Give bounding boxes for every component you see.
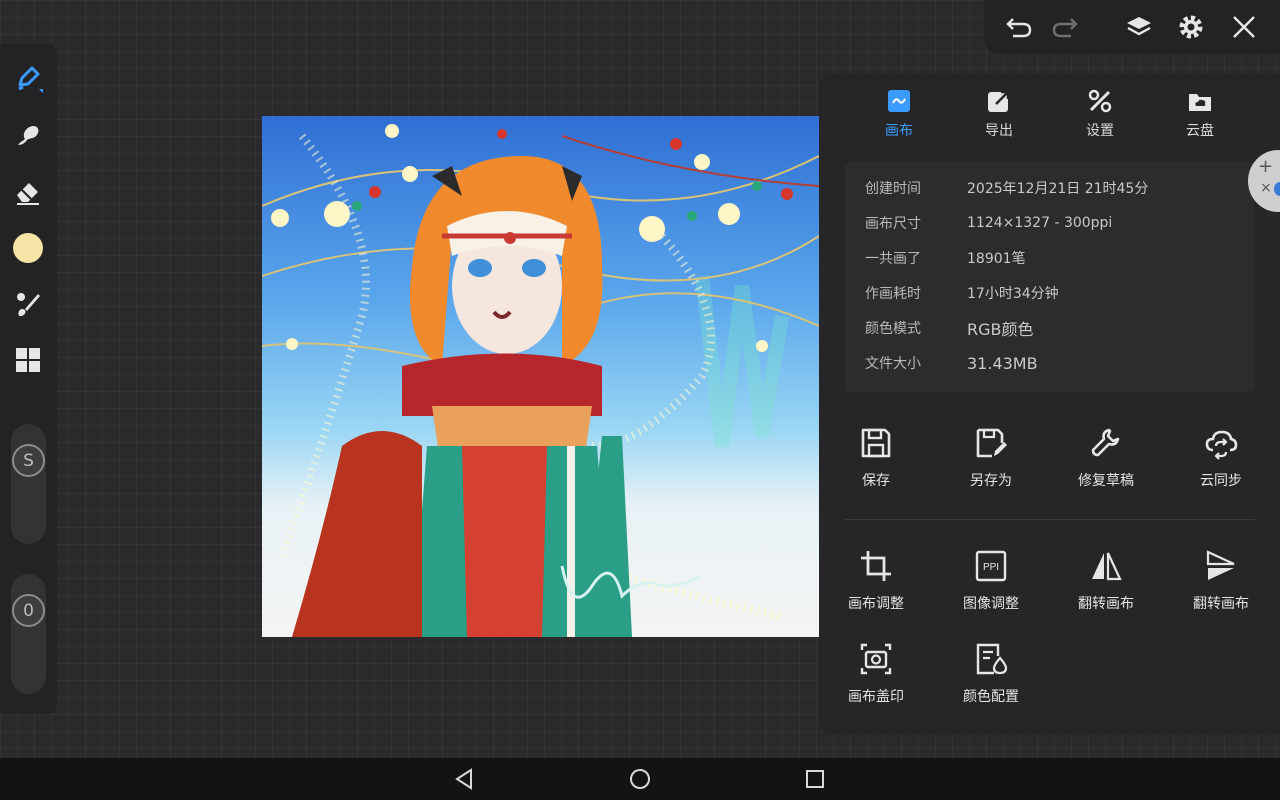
- color-swatch[interactable]: [8, 228, 48, 268]
- action-label: 云同步: [1200, 473, 1242, 489]
- flip-horizontal-icon: [1092, 552, 1122, 581]
- info-label: 创建时间: [865, 181, 921, 197]
- color-profile-button[interactable]: 颜色配置: [941, 642, 1041, 706]
- tab-settings[interactable]: 设置: [1055, 86, 1145, 140]
- tab-label: 画布: [885, 123, 913, 139]
- flip-vertical-icon: [1206, 550, 1235, 580]
- info-value: 1124×1327 - 300ppi: [967, 215, 1113, 231]
- tab-label: 设置: [1086, 123, 1114, 139]
- action-label: 另存为: [970, 473, 1012, 489]
- image-adjust-button[interactable]: PPI 图像调整: [941, 549, 1041, 613]
- info-value: RGB颜色: [967, 320, 1034, 339]
- info-value: 31.43MB: [967, 353, 1038, 373]
- divider: [845, 519, 1255, 520]
- canvas-icon: [888, 90, 910, 112]
- info-row: 一共画了 18901笔: [865, 246, 1026, 270]
- wrench-icon: [1091, 428, 1120, 457]
- opacity-slider[interactable]: 0: [11, 574, 46, 694]
- info-label: 文件大小: [865, 356, 921, 372]
- recents-icon[interactable]: [803, 767, 827, 791]
- close-icon[interactable]: [1227, 10, 1261, 44]
- export-icon: [988, 90, 1010, 112]
- canvas-info-card: 创建时间 2025年12月21日 21时45分 画布尺寸 1124×1327 -…: [845, 162, 1255, 392]
- settings-tools-icon: [1088, 89, 1112, 113]
- action-label: 画布盖印: [848, 689, 904, 705]
- info-label: 作画耗时: [865, 286, 921, 302]
- action-label: 修复草稿: [1078, 473, 1134, 489]
- panel-tabs: 画布 导出 设置 云盘: [819, 86, 1280, 146]
- tab-label: 导出: [985, 123, 1013, 139]
- action-label: 翻转画布: [1078, 596, 1134, 612]
- crop-icon: [861, 551, 891, 581]
- canvas-stamp-button[interactable]: 画布盖印: [826, 642, 926, 706]
- ppi-icon: PPI: [975, 550, 1007, 582]
- plus-icon: +: [1258, 156, 1274, 177]
- size-slider-knob[interactable]: S: [12, 444, 45, 477]
- info-row: 创建时间 2025年12月21日 21时45分: [865, 176, 1148, 200]
- tab-canvas[interactable]: 画布: [854, 86, 944, 140]
- action-label: 画布调整: [848, 596, 904, 612]
- undo-icon[interactable]: [1002, 10, 1036, 44]
- action-label: 颜色配置: [963, 689, 1019, 705]
- save-button[interactable]: 保存: [826, 426, 926, 490]
- flip-horizontal-button[interactable]: 翻转画布: [1056, 549, 1156, 613]
- tab-export[interactable]: 导出: [954, 86, 1044, 140]
- flip-vertical-button[interactable]: 翻转画布: [1171, 549, 1271, 613]
- artwork-canvas[interactable]: [262, 116, 819, 637]
- info-label: 颜色模式: [865, 321, 921, 337]
- info-label: 一共画了: [865, 251, 921, 267]
- svg-text:PPI: PPI: [983, 562, 999, 573]
- canvas-adjust-button[interactable]: 画布调整: [826, 549, 926, 613]
- info-row: 作画耗时 17小时34分钟: [865, 281, 1059, 305]
- canvas-menu-panel: 画布 导出 设置 云盘 创建时间 2025年12月21日 21时45分 画布尺寸…: [819, 74, 1280, 734]
- action-label: 图像调整: [963, 596, 1019, 612]
- cloud-drive-icon: [1189, 94, 1211, 111]
- opacity-slider-knob[interactable]: 0: [12, 594, 45, 627]
- action-label: 翻转画布: [1193, 596, 1249, 612]
- save-icon: [861, 428, 891, 458]
- repair-draft-button[interactable]: 修复草稿: [1056, 426, 1156, 490]
- info-label: 画布尺寸: [865, 216, 921, 232]
- redo-icon[interactable]: [1048, 10, 1082, 44]
- material-grid-icon[interactable]: [8, 340, 48, 380]
- smudge-icon[interactable]: [8, 116, 48, 156]
- close-icon: ×: [1260, 180, 1272, 196]
- back-icon[interactable]: [452, 767, 476, 791]
- artwork-illustration: [262, 124, 819, 637]
- home-icon[interactable]: [628, 767, 652, 791]
- layers-icon[interactable]: [1122, 10, 1156, 44]
- brush-icon[interactable]: [8, 58, 48, 98]
- cloud-sync-icon: [1205, 430, 1238, 460]
- save-as-button[interactable]: 另存为: [941, 426, 1041, 490]
- tab-cloud-drive[interactable]: 云盘: [1155, 86, 1245, 140]
- top-toolbar: [984, 0, 1280, 54]
- camera-stamp-icon: [860, 643, 892, 675]
- brush-size-slider[interactable]: S: [11, 424, 46, 544]
- indicator-dot: [1274, 182, 1280, 196]
- info-value: 17小时34分钟: [967, 286, 1059, 302]
- info-row: 画布尺寸 1124×1327 - 300ppi: [865, 211, 1112, 235]
- gear-icon[interactable]: [1174, 10, 1208, 44]
- brush-settings-icon[interactable]: [8, 284, 48, 324]
- info-row: 文件大小 31.43MB: [865, 351, 1038, 375]
- action-label: 保存: [862, 473, 890, 489]
- color-profile-icon: [976, 643, 1008, 675]
- tool-sidebar: S 0: [0, 44, 57, 714]
- eraser-icon[interactable]: [8, 172, 48, 212]
- system-navigation-bar: [0, 758, 1280, 800]
- info-value: 2025年12月21日 21时45分: [967, 181, 1149, 197]
- info-value: 18901笔: [967, 251, 1026, 267]
- cloud-sync-button[interactable]: 云同步: [1171, 426, 1271, 490]
- info-row: 颜色模式 RGB颜色: [865, 316, 1034, 340]
- tab-label: 云盘: [1186, 123, 1214, 139]
- save-as-icon: [976, 428, 1007, 458]
